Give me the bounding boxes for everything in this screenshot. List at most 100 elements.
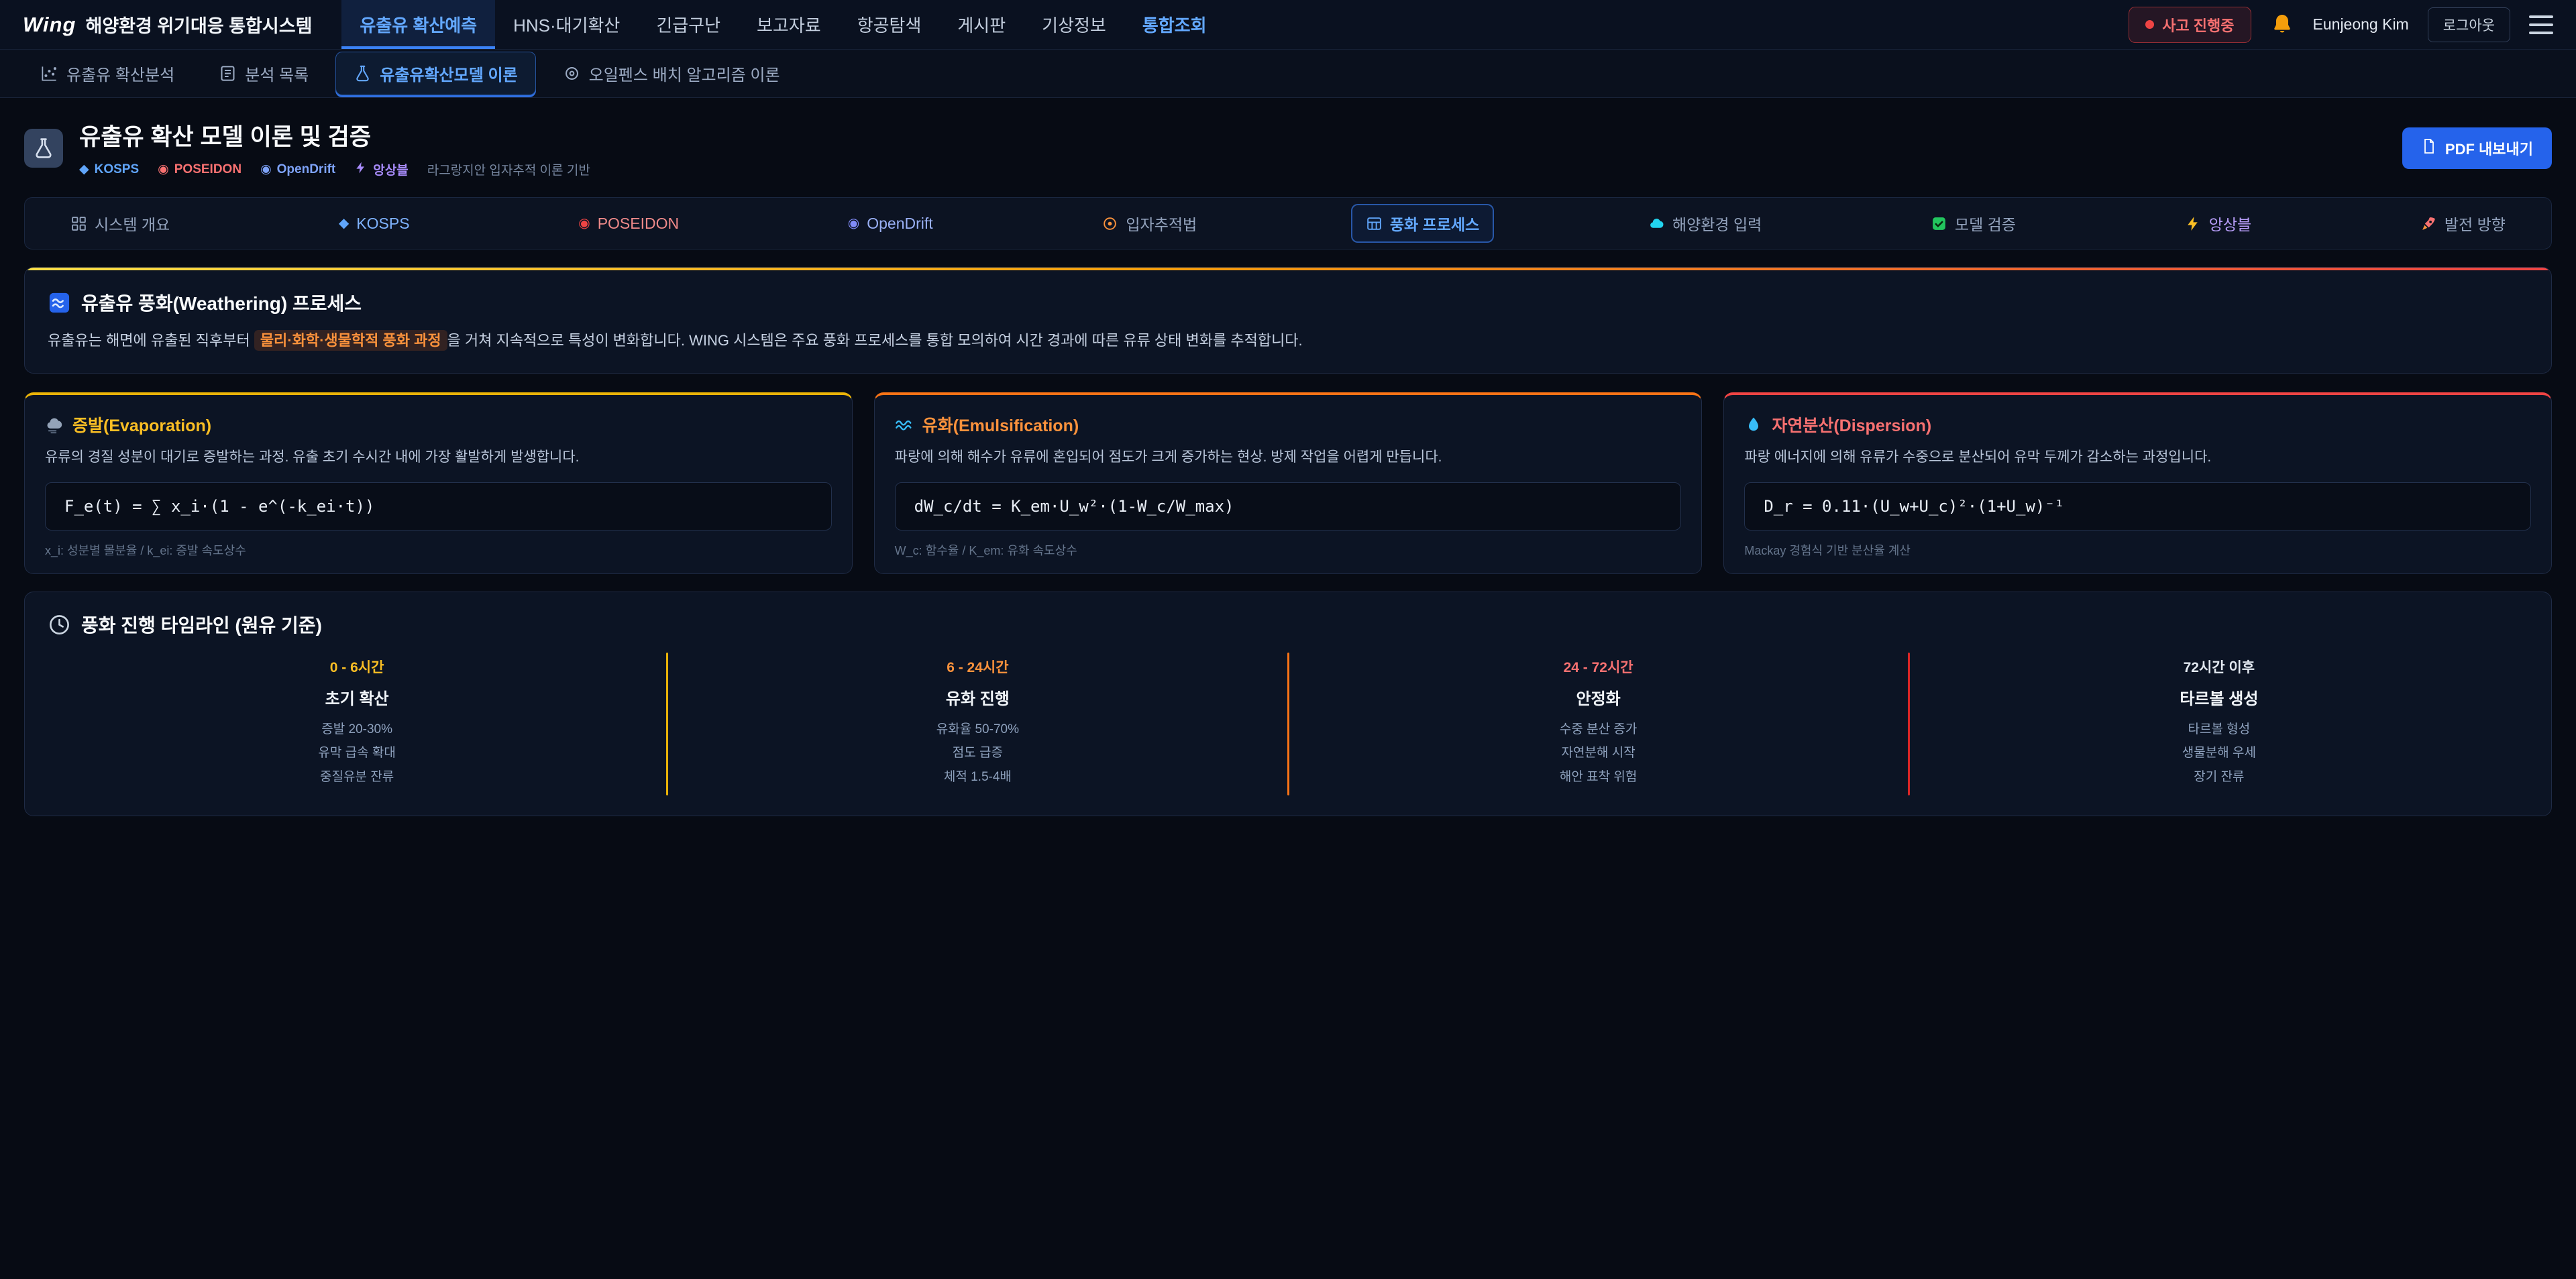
nav-item-oil-spill-prediction[interactable]: 유출유 확산예측 bbox=[341, 0, 495, 49]
stage-name: 타르볼 생성 bbox=[1918, 685, 2520, 709]
card-emulsification: 유화(Emulsification) 파랑에 의해 해수가 유류에 혼입되어 점… bbox=[874, 392, 1703, 574]
page-title: 유출유 확산 모델 이론 및 검증 bbox=[79, 118, 590, 152]
section-tab-poseidon[interactable]: ◉ POSEIDON bbox=[564, 207, 694, 241]
tab-label: 분석 목록 bbox=[245, 62, 309, 85]
document-icon bbox=[2421, 138, 2437, 158]
stage-item: 유막 급속 확대 bbox=[56, 741, 658, 765]
nav-item-aerial-search[interactable]: 항공탐색 bbox=[839, 0, 940, 49]
stage-time: 0 - 6시간 bbox=[56, 657, 658, 677]
formula-text: dW_c/dt = K_em·U_w²·(1-W_c/W_max) bbox=[914, 497, 1234, 516]
tab-label: 유출유확산모델 이론 bbox=[380, 62, 517, 85]
logout-button[interactable]: 로그아웃 bbox=[2428, 7, 2510, 42]
nav-item-weather-info[interactable]: 기상정보 bbox=[1024, 0, 1124, 49]
stage-item: 증발 20-30% bbox=[56, 718, 658, 741]
stage-item: 중질유분 잔류 bbox=[56, 765, 658, 789]
app-logo[interactable]: Wing 해양환경 위기대응 통합시스템 bbox=[23, 11, 312, 38]
card-title: 자연분산(Dispersion) bbox=[1772, 412, 1931, 437]
section-tab-weathering[interactable]: 풍화 프로세스 bbox=[1351, 204, 1494, 243]
formula-text: F_e(t) = ∑ x_i·(1 - e^(-k_ei·t)) bbox=[64, 497, 374, 516]
stage-item: 해안 표착 위험 bbox=[1297, 765, 1900, 789]
card-description: 파랑 에너지에 의해 유류가 수중으로 분산되어 유막 두께가 감소하는 과정입… bbox=[1744, 447, 2531, 469]
card-description: 유류의 경질 성분이 대기로 증발하는 과정. 유출 초기 수시간 내에 가장 … bbox=[45, 447, 832, 469]
timeline-title: 풍화 진행 타임라인 (원유 기준) bbox=[81, 611, 322, 638]
timeline-panel: 풍화 진행 타임라인 (원유 기준) 0 - 6시간 초기 확산 증발 20-3… bbox=[24, 592, 2552, 816]
weathering-highlight: 물리·화학·생물학적 풍화 과정 bbox=[254, 330, 447, 351]
ring-icon bbox=[563, 64, 581, 82]
sub-tabbar: 유출유 확산분석 분석 목록 유출유확산모델 이론 오일펜스 배치 알고리즘 이… bbox=[0, 50, 2576, 98]
card-dispersion: 자연분산(Dispersion) 파랑 에너지에 의해 유류가 수중으로 분산되… bbox=[1723, 392, 2552, 574]
grid-icon bbox=[70, 215, 87, 232]
diamond-icon: ◆ bbox=[79, 162, 89, 177]
formula-block: dW_c/dt = K_em·U_w²·(1-W_c/W_max) bbox=[895, 482, 1682, 531]
bullseye-icon: ◉ bbox=[158, 162, 169, 177]
timeline-stage-4: 72시간 이후 타르볼 생성 타르볼 형성 생물분해 우세 장기 잔류 bbox=[1910, 653, 2528, 795]
stage-item: 타르볼 형성 bbox=[1918, 718, 2520, 741]
nav-item-integrated-search[interactable]: 통합조회 bbox=[1124, 0, 1225, 49]
droplet-icon bbox=[1744, 415, 1763, 434]
card-title: 유화(Emulsification) bbox=[922, 412, 1079, 437]
section-tab-ocean-input[interactable]: 해양환경 입력 bbox=[1633, 204, 1776, 243]
formula-block: F_e(t) = ∑ x_i·(1 - e^(-k_ei·t)) bbox=[45, 482, 832, 531]
stage-item: 장기 잔류 bbox=[1918, 765, 2520, 789]
main-nav: 유출유 확산예측 HNS·대기확산 긴급구난 보고자료 항공탐색 게시판 기상정… bbox=[341, 0, 1224, 49]
list-icon bbox=[219, 64, 237, 82]
weathering-panel: 유출유 풍화(Weathering) 프로세스 유출유는 해면에 유출된 직후부… bbox=[24, 267, 2552, 374]
top-navigation: Wing 해양환경 위기대응 통합시스템 유출유 확산예측 HNS·대기확산 긴… bbox=[0, 0, 2576, 50]
rocket-icon bbox=[2420, 215, 2437, 232]
stage-item: 점도 급증 bbox=[676, 741, 1279, 765]
card-footnote: Mackay 경험식 기반 분산율 계산 bbox=[1744, 541, 2531, 559]
nav-item-reports[interactable]: 보고자료 bbox=[739, 0, 839, 49]
lightning-icon bbox=[354, 161, 368, 178]
section-tab-roadmap[interactable]: 발전 방향 bbox=[2406, 204, 2520, 243]
stage-item: 체적 1.5-4배 bbox=[676, 765, 1279, 789]
red-dot-icon bbox=[2145, 20, 2154, 29]
badge-opendrift: ◉ OpenDrift bbox=[260, 162, 335, 177]
stage-item: 수중 분산 증가 bbox=[1297, 718, 1900, 741]
stage-name: 유화 진행 bbox=[676, 685, 1279, 709]
stage-time: 24 - 72시간 bbox=[1297, 657, 1900, 677]
topnav-right: 사고 진행중 Eunjeong Kim 로그아웃 bbox=[2129, 7, 2553, 43]
stage-name: 안정화 bbox=[1297, 685, 1900, 709]
card-footnote: x_i: 성분별 몰분율 / k_ei: 증발 속도상수 bbox=[45, 541, 832, 559]
flask-icon bbox=[354, 64, 372, 82]
tab-analysis-list[interactable]: 분석 목록 bbox=[201, 52, 326, 95]
tab-label: 오일펜스 배치 알고리즘 이론 bbox=[589, 62, 780, 85]
model-badges: ◆ KOSPS ◉ POSEIDON ◉ OpenDrift 앙상블 bbox=[79, 160, 590, 178]
stage-item: 유화율 50-70% bbox=[676, 718, 1279, 741]
section-tab-opendrift[interactable]: ◉ OpenDrift bbox=[833, 207, 948, 241]
section-tab-particle-tracking[interactable]: 입자추적법 bbox=[1087, 204, 1212, 243]
badge-ensemble: 앙상블 bbox=[354, 160, 408, 178]
tab-spill-analysis[interactable]: 유출유 확산분석 bbox=[23, 52, 192, 95]
section-tab-validation[interactable]: 모델 검증 bbox=[1916, 204, 2031, 243]
stage-name: 초기 확산 bbox=[56, 685, 658, 709]
card-evaporation: 증발(Evaporation) 유류의 경질 성분이 대기로 증발하는 과정. … bbox=[24, 392, 853, 574]
nav-item-emergency-rescue[interactable]: 긴급구난 bbox=[638, 0, 739, 49]
section-tab-ensemble[interactable]: 앙상블 bbox=[2170, 204, 2266, 243]
diamond-icon: ◆ bbox=[339, 217, 349, 230]
header-subtitle: 라그랑지안 입자추적 이론 기반 bbox=[427, 160, 590, 178]
brand-name: Wing bbox=[23, 13, 76, 37]
beaker-icon bbox=[24, 129, 63, 168]
nav-item-board[interactable]: 게시판 bbox=[939, 0, 1024, 49]
nav-item-hns-dispersion[interactable]: HNS·대기확산 bbox=[495, 0, 638, 49]
clock-icon bbox=[48, 613, 71, 636]
bell-icon[interactable] bbox=[2270, 13, 2294, 37]
tab-boom-algorithm[interactable]: 오일펜스 배치 알고리즘 이론 bbox=[545, 52, 798, 95]
bullseye-icon: ◉ bbox=[578, 217, 590, 230]
scatter-chart-icon bbox=[40, 64, 58, 82]
wave-icon bbox=[895, 415, 914, 434]
stage-time: 6 - 24시간 bbox=[676, 657, 1279, 677]
page-header: 유출유 확산 모델 이론 및 검증 ◆ KOSPS ◉ POSEIDON ◉ O… bbox=[0, 98, 2576, 193]
wind-cloud-icon bbox=[45, 415, 64, 434]
section-tab-overview[interactable]: 시스템 개요 bbox=[56, 204, 184, 243]
card-title: 증발(Evaporation) bbox=[72, 412, 211, 437]
section-tab-kosps[interactable]: ◆ KOSPS bbox=[324, 207, 425, 241]
formula-text: D_r = 0.11·(U_w+U_c)²·(1+U_w)⁻¹ bbox=[1764, 497, 2064, 516]
table-icon bbox=[1366, 215, 1383, 232]
pdf-export-button[interactable]: PDF 내보내기 bbox=[2402, 127, 2552, 169]
card-footnote: W_c: 함수율 / K_em: 유화 속도상수 bbox=[895, 541, 1682, 559]
weathering-title: 유출유 풍화(Weathering) 프로세스 bbox=[81, 289, 362, 316]
tab-model-theory[interactable]: 유출유확산모델 이론 bbox=[335, 52, 535, 95]
cloud-icon bbox=[1648, 215, 1665, 232]
hamburger-menu-icon[interactable] bbox=[2529, 15, 2553, 34]
